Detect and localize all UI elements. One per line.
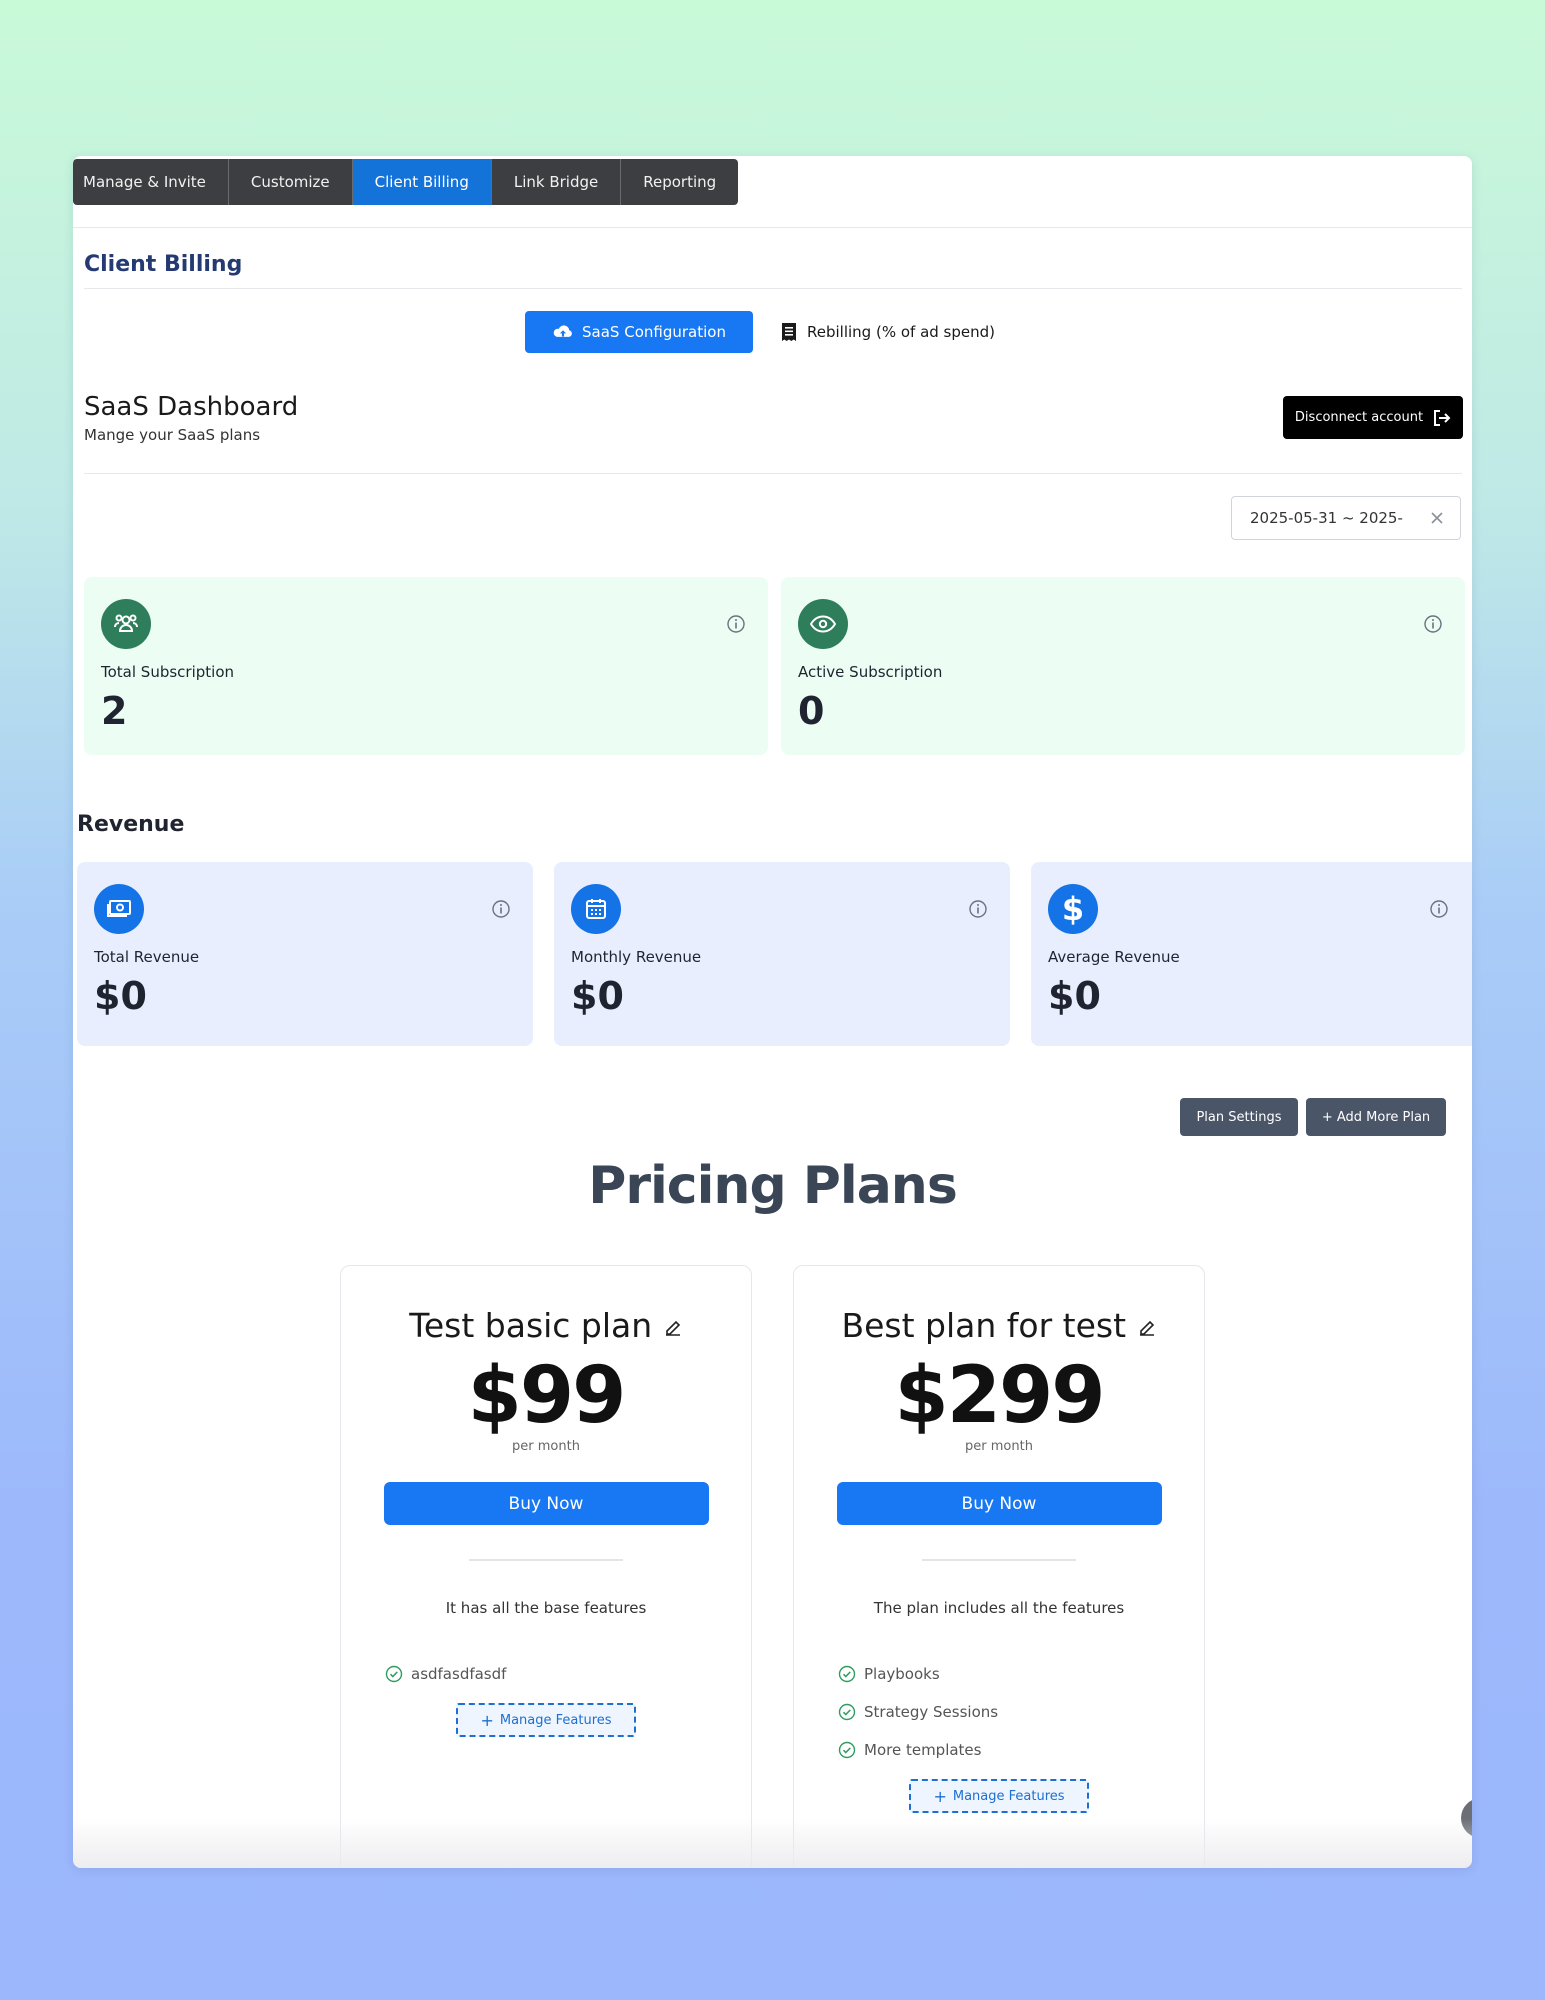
average-revenue-card: $ Average Revenue $0 — [1031, 862, 1472, 1046]
plan-description: The plan includes all the features — [873, 1599, 1125, 1617]
feature-label: asdfasdfasdf — [411, 1665, 507, 1683]
monthly-revenue-label: Monthly Revenue — [571, 948, 702, 966]
plan-price: $99 — [467, 1351, 627, 1441]
plan-name-row: Best plan for test — [794, 1306, 1204, 1345]
check-circle-icon — [838, 1703, 856, 1721]
plan-card-basic: Test basic plan $99 per month Buy Now It… — [340, 1265, 752, 1868]
monthly-revenue-value: $0 — [571, 974, 624, 1018]
dollar-icon: $ — [1048, 884, 1098, 934]
divider — [922, 1559, 1076, 1561]
plan-card-best: Best plan for test $299 per month Buy No… — [793, 1265, 1205, 1868]
top-tabs: Manage & Invite Customize Client Billing… — [73, 159, 739, 205]
active-subscription-label: Active Subscription — [798, 663, 943, 681]
monthly-revenue-card: Monthly Revenue $0 — [554, 862, 1010, 1046]
users-icon — [101, 599, 151, 649]
feature-label: More templates — [864, 1741, 982, 1759]
date-range-value: 2025-05-31 ~ 2025- — [1250, 509, 1403, 527]
feature-item: Strategy Sessions — [838, 1693, 1204, 1731]
manage-features-label: Manage Features — [952, 1788, 1065, 1804]
buy-now-button[interactable]: Buy Now — [836, 1482, 1162, 1525]
saas-configuration-button[interactable]: SaaS Configuration — [525, 311, 753, 353]
plan-settings-button[interactable]: Plan Settings — [1180, 1098, 1298, 1136]
tab-client-billing[interactable]: Client Billing — [352, 159, 492, 205]
info-icon[interactable] — [726, 614, 746, 634]
plus-icon: + — [933, 1786, 947, 1806]
main-card: Manage & Invite Customize Client Billing… — [73, 156, 1472, 1868]
logout-icon — [1434, 409, 1451, 426]
divider — [84, 473, 1462, 474]
active-subscription-value: 0 — [798, 689, 825, 733]
feature-label: Strategy Sessions — [864, 1703, 999, 1721]
plan-description: It has all the base features — [445, 1599, 647, 1617]
page-title: Client Billing — [84, 252, 243, 277]
total-subscription-value: 2 — [101, 689, 128, 733]
average-revenue-value: $0 — [1048, 974, 1101, 1018]
tab-manage-invite[interactable]: Manage & Invite — [73, 159, 229, 205]
check-circle-icon — [838, 1665, 856, 1683]
revenue-title: Revenue — [77, 812, 185, 837]
dashboard-subtitle: Mange your SaaS plans — [84, 426, 261, 444]
total-subscription-card: Total Subscription 2 — [84, 577, 768, 755]
total-revenue-card: Total Revenue $0 — [77, 862, 533, 1046]
edit-icon[interactable] — [1137, 1318, 1157, 1338]
plan-period: per month — [512, 1439, 580, 1454]
plan-price: $299 — [894, 1351, 1105, 1441]
tab-reporting[interactable]: Reporting — [621, 159, 739, 205]
check-circle-icon — [838, 1741, 856, 1759]
total-subscription-label: Total Subscription — [101, 663, 235, 681]
info-icon[interactable] — [1429, 899, 1449, 919]
saas-configuration-label: SaaS Configuration — [582, 323, 726, 341]
average-revenue-label: Average Revenue — [1048, 948, 1180, 966]
divider — [469, 1559, 623, 1561]
close-icon[interactable] — [1428, 509, 1446, 527]
feature-item: More templates — [838, 1731, 1204, 1769]
manage-features-label: Manage Features — [499, 1712, 612, 1728]
tab-link-bridge[interactable]: Link Bridge — [491, 159, 622, 205]
plan-name: Test basic plan — [409, 1306, 653, 1345]
feature-list: asdfasdfasdf — [341, 1655, 751, 1693]
feature-label: Playbooks — [864, 1665, 940, 1683]
receipt-icon — [782, 323, 796, 341]
divider — [84, 288, 1462, 289]
plan-period: per month — [965, 1439, 1033, 1454]
add-plan-button[interactable]: + Add More Plan — [1306, 1098, 1446, 1136]
calendar-icon — [571, 884, 621, 934]
active-subscription-card: Active Subscription 0 — [781, 577, 1465, 755]
manage-features-button[interactable]: + Manage Features — [456, 1703, 636, 1737]
cloud-upload-icon — [553, 325, 572, 337]
disconnect-account-button[interactable]: Disconnect account — [1283, 396, 1463, 439]
disconnect-label: Disconnect account — [1294, 410, 1424, 425]
rebilling-option[interactable]: Rebilling (% of ad spend) — [781, 311, 995, 353]
edit-icon[interactable] — [663, 1318, 683, 1338]
feature-item: Playbooks — [838, 1655, 1204, 1693]
info-icon[interactable] — [1423, 614, 1443, 634]
total-revenue-label: Total Revenue — [94, 948, 200, 966]
plan-name-row: Test basic plan — [341, 1306, 751, 1345]
dashboard-title: SaaS Dashboard — [84, 392, 299, 422]
date-range-picker[interactable]: 2025-05-31 ~ 2025- — [1231, 496, 1461, 540]
pricing-title: Pricing Plans — [588, 1156, 958, 1216]
money-icon — [94, 884, 144, 934]
info-icon[interactable] — [968, 899, 988, 919]
check-circle-icon — [385, 1665, 403, 1683]
info-icon[interactable] — [491, 899, 511, 919]
plan-name: Best plan for test — [841, 1306, 1127, 1345]
feature-item: asdfasdfasdf — [385, 1655, 751, 1693]
eye-icon — [798, 599, 848, 649]
tab-customize[interactable]: Customize — [228, 159, 353, 205]
rebilling-label: Rebilling (% of ad spend) — [807, 323, 995, 341]
total-revenue-value: $0 — [94, 974, 147, 1018]
plus-icon: + — [480, 1710, 494, 1730]
divider — [73, 227, 1472, 228]
manage-features-button[interactable]: + Manage Features — [909, 1779, 1089, 1813]
bottom-fade — [73, 1818, 1472, 1868]
buy-now-button[interactable]: Buy Now — [383, 1482, 709, 1525]
feature-list: Playbooks Strategy Sessions More templat… — [794, 1655, 1204, 1769]
